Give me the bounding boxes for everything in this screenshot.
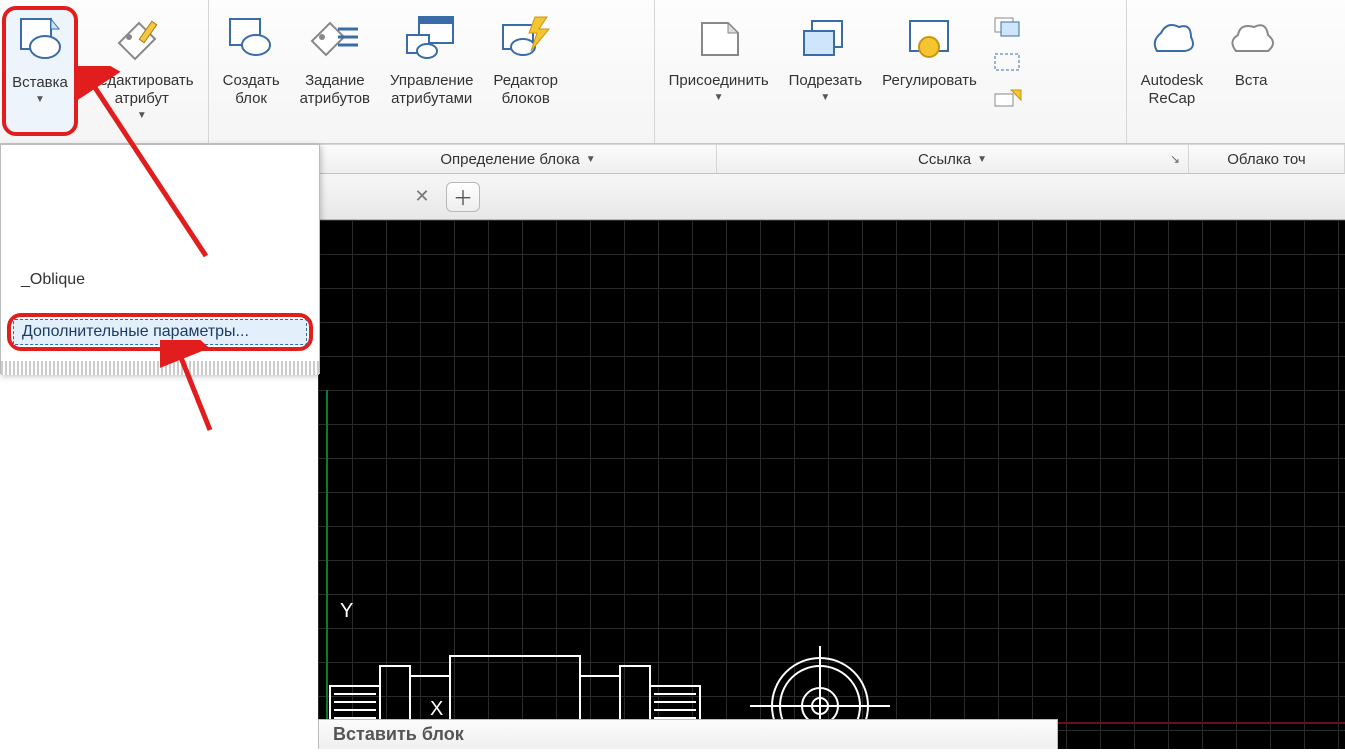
drawing-canvas-wrap: ✕ ＋ Y X — [318, 174, 1345, 749]
snap-xref-icon[interactable] — [991, 86, 1025, 112]
ribbon-group-pointcloud: Autodesk ReCap Вста — [1127, 0, 1345, 143]
document-tab-bar: ✕ ＋ — [318, 174, 1345, 220]
manage-attributes-button[interactable]: Управление атрибутами — [382, 6, 481, 136]
define-attr-label2: атрибутов — [300, 90, 370, 108]
recap-label1: Autodesk — [1141, 72, 1204, 90]
insert-label: Вставка — [12, 74, 68, 92]
create-block-label2: блок — [235, 90, 267, 108]
panel-pointcloud-label: Облако точ — [1227, 151, 1305, 168]
insert-block-tooltip: Вставить блок — [318, 719, 1058, 749]
clip-icon — [797, 10, 853, 66]
chevron-down-icon: ▼ — [35, 94, 45, 105]
create-block-button[interactable]: Создать блок — [215, 6, 288, 136]
define-attr-label1: Задание — [305, 72, 365, 90]
panel-title-pointcloud[interactable]: Облако точ — [1189, 144, 1345, 174]
insert-block-icon — [12, 12, 68, 68]
clip-button[interactable]: Подрезать ▼ — [781, 6, 870, 136]
dropdown-item-oblique[interactable]: _Oblique — [1, 265, 319, 295]
vsta-label: Вста — [1235, 72, 1268, 90]
block-editor-label2: блоков — [502, 90, 550, 108]
manage-attr-label1: Управление — [390, 72, 473, 90]
tag-lines-icon — [307, 10, 363, 66]
define-attributes-button[interactable]: Задание атрибутов — [292, 6, 378, 136]
clip-label: Подрезать — [789, 72, 862, 90]
ribbon-group-reference: Присоединить ▼ Подрезать ▼ Регулировать — [655, 0, 1127, 143]
attach-button[interactable]: Присоединить ▼ — [661, 6, 777, 136]
panel-reference-label: Ссылка — [918, 151, 971, 168]
tag-pencil-icon — [114, 10, 170, 66]
attach-label: Присоединить — [669, 72, 769, 90]
block-editor-label1: Редактор — [493, 72, 558, 90]
xref-frame-icon[interactable] — [991, 50, 1025, 76]
y-axis-label: Y — [340, 600, 353, 623]
edit-attr-label1: Редактировать — [90, 72, 194, 90]
create-block-label1: Создать — [223, 72, 280, 90]
recap-label2: ReCap — [1149, 90, 1196, 108]
drawing-canvas[interactable]: Y X — [318, 220, 1345, 749]
ribbon-group-block-def: Создать блок Задание атрибутов Управлени… — [209, 0, 655, 143]
insert-dropdown-panel: _Oblique Дополнительные параметры... — [0, 144, 320, 374]
more-parameters-item[interactable]: Дополнительные параметры... — [13, 319, 307, 345]
dialog-launcher-icon[interactable]: ↘ — [1170, 152, 1180, 166]
attach-icon — [691, 10, 747, 66]
chevron-down-icon: ▼ — [586, 154, 596, 165]
underlay-layers-icon[interactable] — [991, 14, 1025, 40]
panel-block-def-label: Определение блока — [440, 151, 579, 168]
attach-pointcloud-button[interactable]: Вста — [1215, 6, 1287, 136]
adjust-label: Регулировать — [882, 72, 977, 90]
ribbon-toolbar: Вставка ▼ Редактировать атрибут ▼ Создат… — [0, 0, 1345, 144]
new-tab-button[interactable]: ＋ — [446, 182, 480, 212]
edit-attribute-button[interactable]: Редактировать атрибут ▼ — [82, 6, 202, 136]
chevron-down-icon: ▼ — [977, 154, 987, 165]
adjust-icon — [901, 10, 957, 66]
ribbon-group-insert: Вставка ▼ Редактировать атрибут ▼ — [0, 0, 209, 143]
cloud-icon — [1223, 10, 1279, 66]
insert-button[interactable]: Вставка ▼ — [2, 6, 78, 136]
more-parameters-highlight: Дополнительные параметры... — [7, 313, 313, 351]
block-bolt-icon — [498, 10, 554, 66]
window-block-icon — [404, 10, 460, 66]
block-editor-button[interactable]: Редактор блоков — [485, 6, 566, 136]
edit-attr-label2: атрибут — [115, 90, 169, 108]
chevron-down-icon: ▼ — [714, 92, 724, 103]
chevron-down-icon: ▼ — [820, 92, 830, 103]
tooltip-title: Вставить блок — [333, 724, 464, 744]
close-tab-icon[interactable]: ✕ — [408, 183, 436, 211]
reference-side-icons — [987, 6, 1029, 120]
dropdown-resize-grip[interactable] — [1, 361, 319, 375]
panel-title-reference[interactable]: Ссылка ▼ ↘ — [717, 144, 1189, 174]
manage-attr-label2: атрибутами — [391, 90, 472, 108]
adjust-button[interactable]: Регулировать — [874, 6, 985, 136]
chevron-down-icon: ▼ — [137, 110, 147, 121]
recap-button[interactable]: Autodesk ReCap — [1133, 6, 1212, 136]
create-block-icon — [223, 10, 279, 66]
recap-icon — [1144, 10, 1200, 66]
